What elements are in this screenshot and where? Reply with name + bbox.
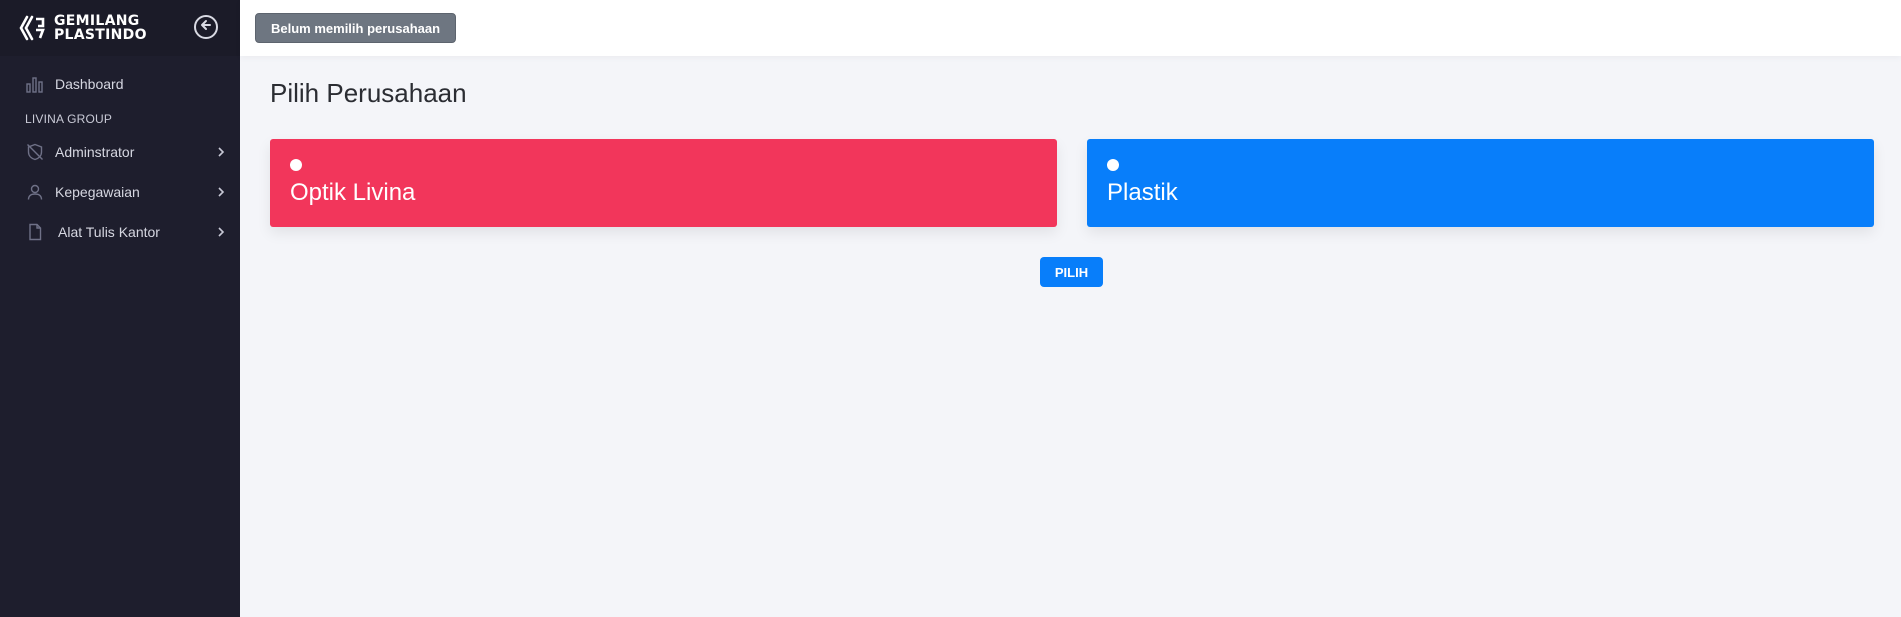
app-root: GEMILANG PLASTINDO Dashboard LIVINA GROU… [0, 0, 1901, 617]
pilih-button[interactable]: PILIH [1040, 257, 1103, 287]
main-content: Pilih Perusahaan Optik Livina Plastik PI… [240, 56, 1901, 617]
radio-button[interactable] [290, 159, 302, 171]
company-option-optik-livina[interactable]: Optik Livina [270, 139, 1057, 227]
page-title: Pilih Perusahaan [270, 78, 467, 108]
brand-name: GEMILANG PLASTINDO [54, 14, 147, 42]
chevron-right-icon [216, 145, 226, 161]
arrow-left-circle-icon [199, 18, 213, 37]
brand-line-1: GEMILANG [54, 13, 140, 29]
sidebar-section-title: LIVINA GROUP [25, 112, 113, 126]
chevron-right-icon [216, 185, 226, 201]
company-option-label: Plastik [1107, 179, 1178, 206]
file-icon [25, 222, 45, 242]
sidebar-item-label: Adminstrator [55, 144, 135, 160]
shield-off-icon [25, 142, 45, 162]
brand-line-2: PLASTINDO [54, 27, 147, 43]
sidebar-item-kepegawaian[interactable]: Kepegawaian [0, 172, 240, 212]
company-option-plastik[interactable]: Plastik [1087, 139, 1874, 227]
user-icon [25, 182, 45, 202]
sidebar-item-label: Alat Tulis Kantor [58, 224, 160, 240]
sidebar-collapse-button[interactable] [194, 15, 218, 39]
company-option-label: Optik Livina [290, 179, 416, 206]
sidebar-item-dashboard[interactable]: Dashboard [0, 64, 240, 104]
radio-button[interactable] [1107, 159, 1119, 171]
gemilang-logo-icon [18, 13, 48, 43]
sidebar: GEMILANG PLASTINDO Dashboard LIVINA GROU… [0, 0, 240, 617]
chevron-right-icon [216, 225, 226, 241]
sidebar-item-label: Kepegawaian [55, 184, 140, 200]
sidebar-nav: Dashboard LIVINA GROUP Adminstrator Kepe… [0, 56, 240, 252]
sidebar-item-adminstrator[interactable]: Adminstrator [0, 132, 240, 172]
sidebar-item-alat-tulis-kantor[interactable]: Alat Tulis Kantor [0, 212, 240, 252]
company-select-button[interactable]: Belum memilih perusahaan [255, 13, 457, 43]
sidebar-item-label: Dashboard [55, 76, 124, 92]
brand: GEMILANG PLASTINDO [0, 0, 240, 56]
topbar: Belum memilih perusahaan [240, 0, 1901, 56]
bar-chart-icon [25, 74, 45, 94]
